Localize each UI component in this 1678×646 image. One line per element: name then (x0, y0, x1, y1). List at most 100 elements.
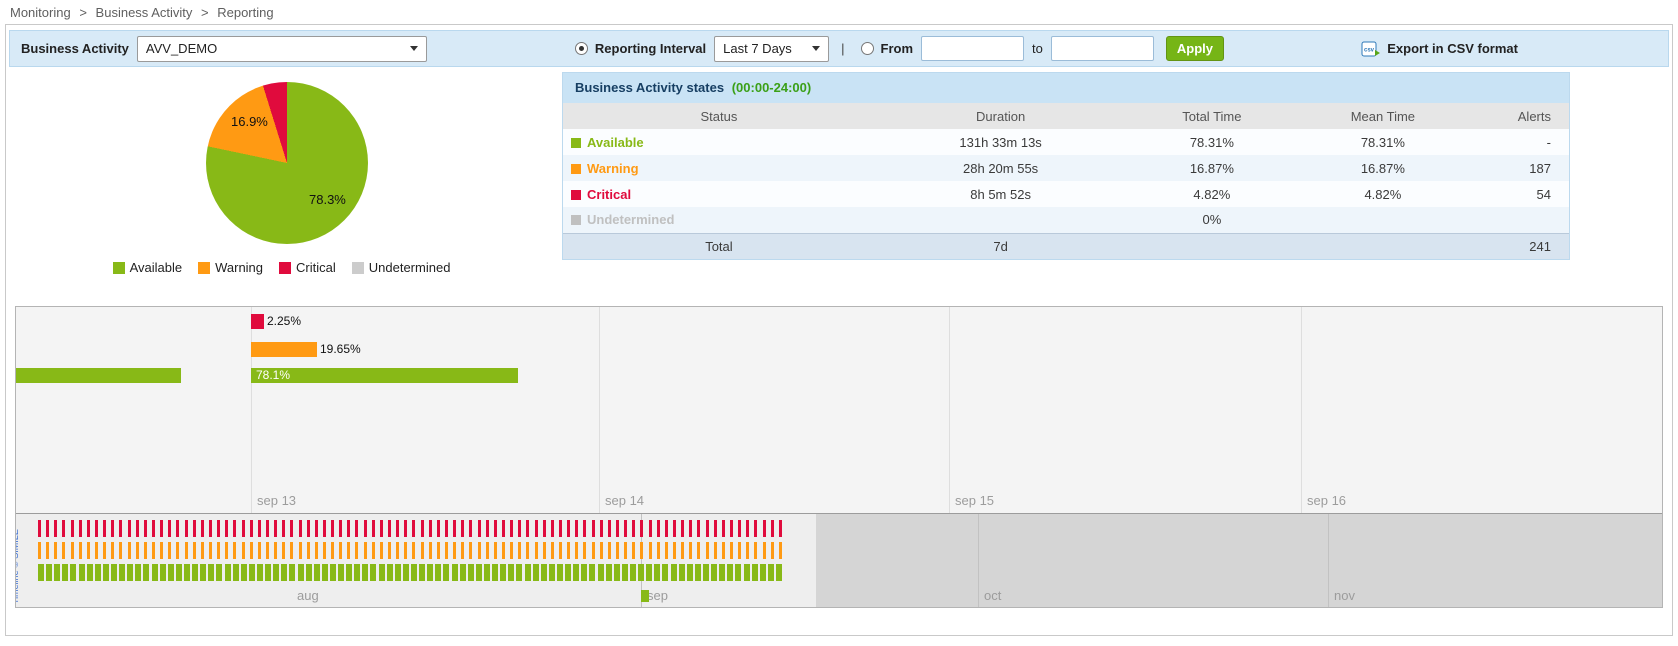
svg-text:csv: csv (1364, 47, 1375, 53)
date-label-sep13: sep 13 (257, 493, 296, 508)
breadcrumb-separator: > (201, 5, 209, 20)
custom-period-radio[interactable] (861, 42, 874, 55)
mean-time-value (1297, 207, 1468, 233)
states-title-range: (00:00-24:00) (732, 80, 812, 95)
col-status: Status (563, 103, 875, 129)
legend-label: Critical (296, 260, 336, 275)
export-csv-link[interactable]: csv Export in CSV format (1361, 41, 1518, 57)
date-separator (599, 307, 600, 513)
legend-label: Available (130, 260, 183, 275)
chevron-down-icon (410, 46, 418, 51)
available-swatch (571, 138, 581, 148)
status-label: Critical (587, 187, 631, 202)
timeline-bar-warning-label: 19.65% (320, 342, 361, 357)
reporting-interval-select[interactable]: Last 7 Days (714, 36, 829, 62)
legend-item-available: Available (113, 260, 183, 275)
total-mean-time (1297, 233, 1468, 259)
breadcrumb: Monitoring > Business Activity > Reporti… (0, 0, 1678, 24)
date-separator (251, 307, 252, 513)
timeline-bar-available-previous[interactable] (16, 368, 181, 383)
warning-swatch (571, 164, 581, 174)
table-row-warning: Warning 28h 20m 55s 16.87% 16.87% 187 (563, 155, 1569, 181)
col-alerts: Alerts (1468, 103, 1569, 129)
states-table: Status Duration Total Time Mean Time Ale… (563, 103, 1569, 259)
date-label-sep14: sep 14 (605, 493, 644, 508)
timeline-bar-critical[interactable] (251, 314, 264, 329)
timeline-overview-band[interactable]: aug sep oct nov Timeline © SIMILE (16, 514, 1662, 607)
timeline-main-band[interactable]: sep 13 sep 14 sep 15 sep 16 2.25% 19.65%… (16, 307, 1662, 514)
timeline-credit: Timeline © SIMILE (15, 529, 20, 604)
total-time-value: 0% (1126, 207, 1297, 233)
overview-ticks (38, 520, 783, 586)
col-total-time: Total Time (1126, 103, 1297, 129)
total-total-time (1126, 233, 1297, 259)
status-label: Undetermined (587, 212, 674, 227)
legend-item-warning: Warning (198, 260, 263, 275)
states-title-text: Business Activity states (575, 80, 724, 95)
timeline-bar-critical-label: 2.25% (267, 314, 301, 329)
col-duration: Duration (875, 103, 1127, 129)
month-separator (1328, 514, 1329, 607)
date-label-sep16: sep 16 (1307, 493, 1346, 508)
alerts-value: - (1468, 129, 1569, 155)
pie-legend: Available Warning Critical Undetermined (9, 260, 554, 275)
duration-value: 8h 5m 52s (875, 181, 1127, 207)
duration-value (875, 207, 1127, 233)
total-time-value: 4.82% (1126, 181, 1297, 207)
timeline-bar-available-label: 78.1% (256, 368, 290, 383)
pie-chart (206, 82, 368, 244)
mean-time-value: 78.31% (1297, 129, 1468, 155)
breadcrumb-reporting[interactable]: Reporting (217, 5, 273, 20)
tick-row-warning (38, 542, 783, 559)
timeline-bar-warning[interactable] (251, 342, 317, 357)
alerts-value: 187 (1468, 155, 1569, 181)
mean-time-value: 4.82% (1297, 181, 1468, 207)
table-row-total: Total 7d 241 (563, 233, 1569, 259)
col-mean-time: Mean Time (1297, 103, 1468, 129)
states-panel: Business Activity states (00:00-24:00) S… (562, 72, 1570, 260)
status-label: Available (587, 135, 644, 150)
breadcrumb-business-activity[interactable]: Business Activity (96, 5, 193, 20)
states-header-row: Status Duration Total Time Mean Time Ale… (563, 103, 1569, 129)
reporting-page: Business Activity AVV_DEMO Reporting Int… (5, 24, 1673, 636)
breadcrumb-separator: > (79, 5, 87, 20)
month-label-aug: aug (297, 588, 319, 603)
total-alerts: 241 (1468, 233, 1569, 259)
total-label: Total (563, 233, 875, 259)
summary-section: 16.9% 78.3% Available Warning Critical U (9, 72, 1669, 300)
date-separator (949, 307, 950, 513)
reporting-interval-selected-value: Last 7 Days (723, 41, 792, 56)
table-row-available: Available 131h 33m 13s 78.31% 78.31% - (563, 129, 1569, 155)
table-row-undetermined: Undetermined 0% (563, 207, 1569, 233)
filter-toolbar: Business Activity AVV_DEMO Reporting Int… (9, 30, 1669, 67)
business-activity-select[interactable]: AVV_DEMO (137, 36, 427, 62)
legend-label: Undetermined (369, 260, 451, 275)
legend-item-critical: Critical (279, 260, 336, 275)
toolbar-separator: | (841, 41, 844, 56)
timeline-bar-available[interactable] (251, 368, 518, 383)
reporting-interval-radio[interactable] (575, 42, 588, 55)
month-label-sep: sep (647, 588, 668, 603)
breadcrumb-monitoring[interactable]: Monitoring (10, 5, 71, 20)
pie-available-label: 78.3% (309, 192, 346, 207)
legend-item-undetermined: Undetermined (352, 260, 451, 275)
month-label-nov: nov (1334, 588, 1355, 603)
month-separator (978, 514, 979, 607)
date-label-sep15: sep 15 (955, 493, 994, 508)
pie-panel: 16.9% 78.3% Available Warning Critical U (9, 72, 554, 300)
reporting-interval-label: Reporting Interval (595, 41, 706, 56)
from-label: From (881, 41, 914, 56)
warning-swatch (198, 262, 210, 274)
total-duration: 7d (875, 233, 1127, 259)
apply-button[interactable]: Apply (1166, 36, 1224, 61)
table-row-critical: Critical 8h 5m 52s 4.82% 4.82% 54 (563, 181, 1569, 207)
chevron-down-icon (812, 46, 820, 51)
to-date-input[interactable] (1051, 36, 1154, 61)
pie-warning-label: 16.9% (231, 114, 268, 129)
duration-value: 28h 20m 55s (875, 155, 1127, 181)
alerts-value (1468, 207, 1569, 233)
legend-label: Warning (215, 260, 263, 275)
duration-value: 131h 33m 13s (875, 129, 1127, 155)
date-separator (1301, 307, 1302, 513)
from-date-input[interactable] (921, 36, 1024, 61)
